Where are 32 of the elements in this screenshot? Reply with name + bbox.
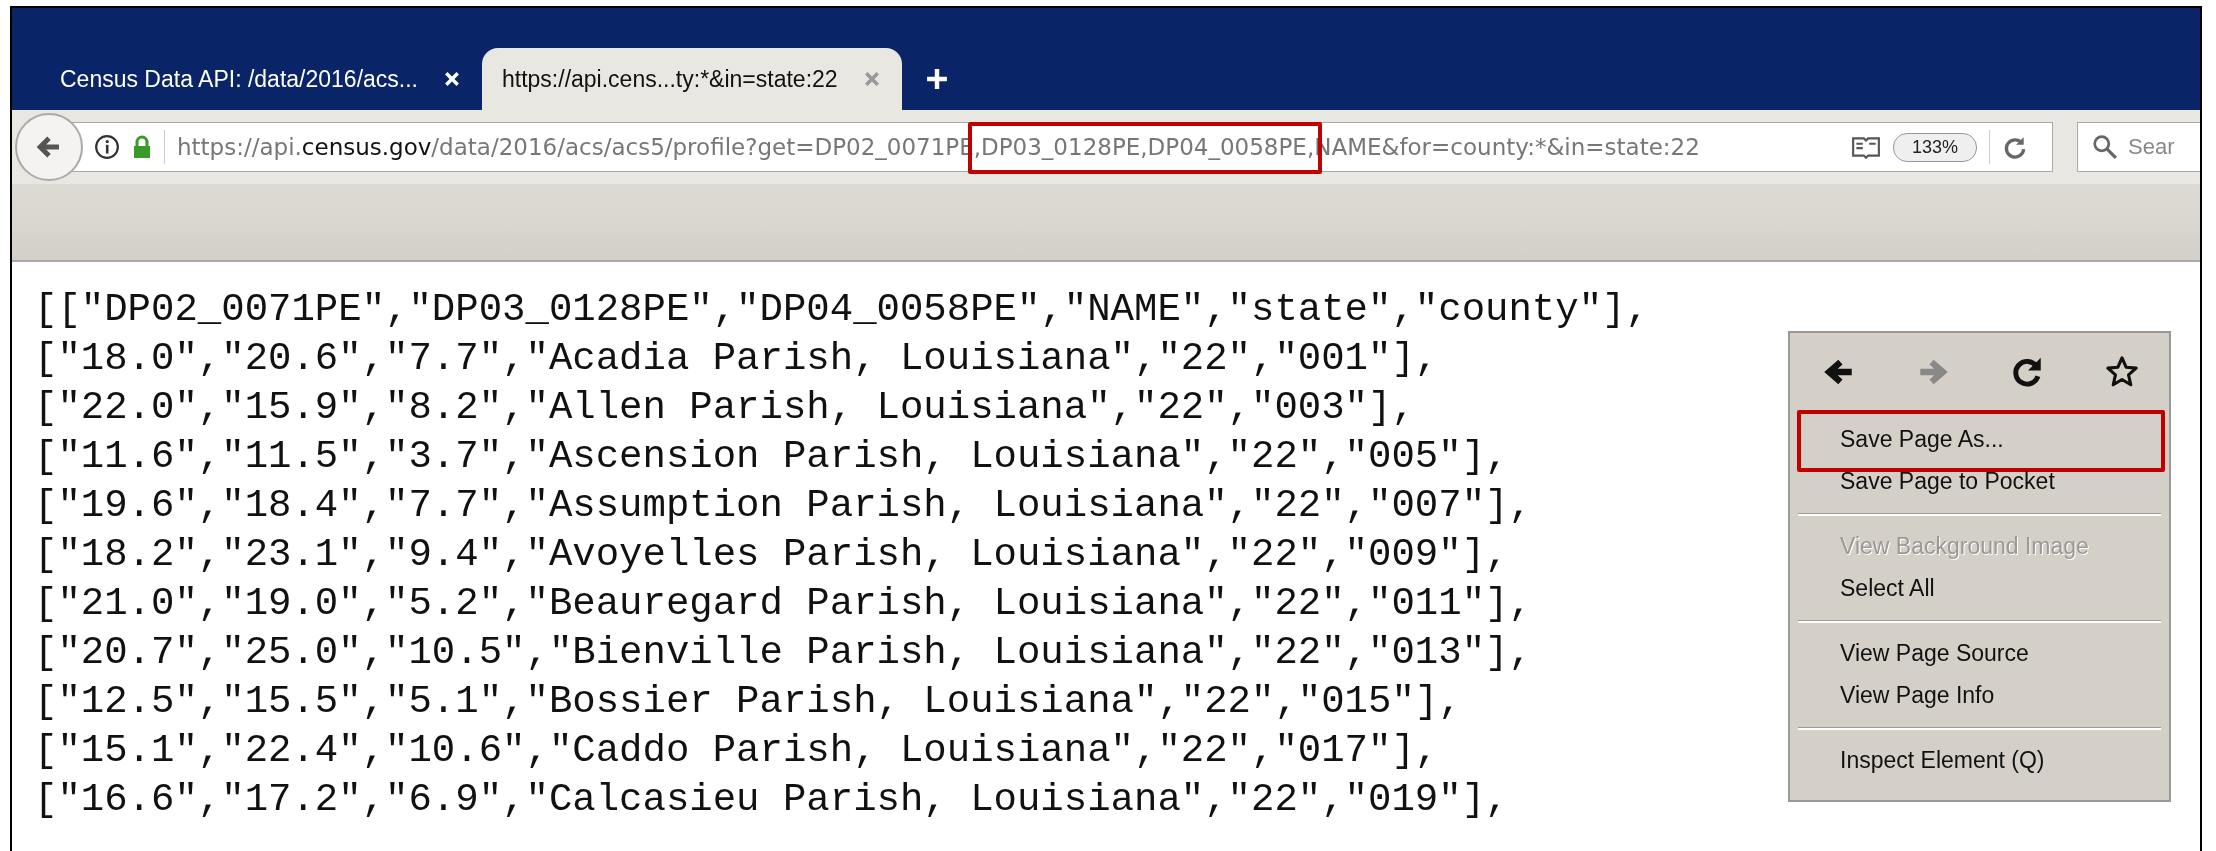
- json-line: ["19.6","18.4","7.7","Assumption Parish, Louisiana","22","007"],: [34, 483, 1532, 530]
- json-line: ["16.6","17.2","6.9","Calcasieu Parish, Louisiana","22","019"],: [34, 777, 1509, 824]
- json-line: ["12.5","15.5","5.1","Bossier Parish, Louisiana","22","015"],: [34, 679, 1462, 726]
- menu-item[interactable]: Save Page to Pocket: [1790, 461, 2169, 503]
- json-line: ["11.6","11.5","3.7","Ascension Parish, Louisiana","22","005"],: [34, 434, 1509, 481]
- json-line: ["22.0","15.9","8.2","Allen Parish, Louisiana","22","003"],: [34, 385, 1415, 432]
- json-line: ["15.1","22.4","10.6","Caddo Parish, Louisiana","22","017"],: [34, 728, 1439, 775]
- json-line: ["18.0","20.6","7.7","Acadia Parish, Louisiana","22","001"],: [34, 336, 1439, 383]
- search-placeholder: Sear: [2128, 134, 2175, 160]
- menu-item[interactable]: Save Page As...: [1790, 419, 2169, 461]
- json-line: ["20.7","25.0","10.5","Bienville Parish, Louisiana","22","013"],: [34, 630, 1532, 677]
- plus-icon[interactable]: [925, 68, 948, 90]
- json-line: [["DP02_0071PE","DP03_0128PE","DP04_0058PE","NAME","state","county"],: [34, 287, 1649, 334]
- menu-item[interactable]: View Page Source: [1790, 633, 2169, 675]
- menu-item[interactable]: View Page Info: [1790, 675, 2169, 717]
- tab-title: https://api.cens...ty:*&in=state:22: [502, 65, 838, 93]
- search-field[interactable]: Sear: [2077, 122, 2200, 172]
- lock-icon: [132, 135, 152, 159]
- menu-item[interactable]: Select All: [1790, 568, 2169, 610]
- star-icon[interactable]: [2105, 355, 2139, 389]
- menu-item[interactable]: Inspect Element (Q): [1790, 740, 2169, 782]
- search-icon: [2092, 134, 2118, 160]
- info-icon[interactable]: [94, 134, 120, 160]
- back-button[interactable]: [15, 113, 83, 181]
- reload-icon[interactable]: [2002, 134, 2028, 160]
- zoom-level-button[interactable]: 133%: [1892, 132, 1977, 162]
- json-line: ["21.0","19.0","5.2","Beauregard Parish, Louisiana","22","011"],: [34, 581, 1532, 628]
- browser-tab[interactable]: https://api.cens...ty:*&in=state:22: [482, 48, 902, 110]
- json-line: ["18.2","23.1","9.4","Avoyelles Parish, Louisiana","22","009"],: [34, 532, 1509, 579]
- browser-tab[interactable]: Census Data API: /data/2016/acs...: [40, 48, 482, 110]
- tab-title: Census Data API: /data/2016/acs...: [60, 65, 418, 93]
- book-icon[interactable]: [1850, 135, 1881, 159]
